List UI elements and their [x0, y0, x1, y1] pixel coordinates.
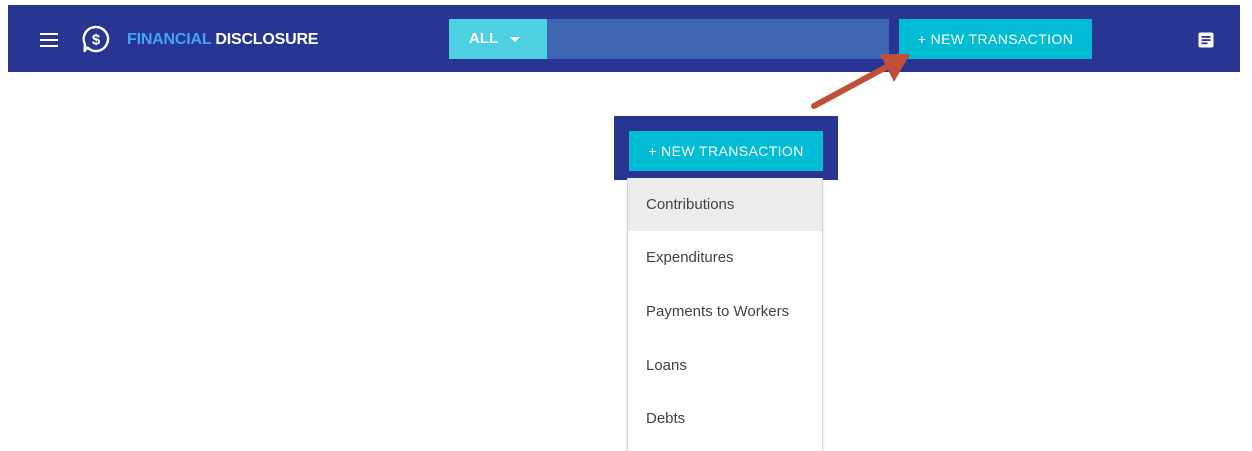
notes-icon[interactable] — [1198, 32, 1214, 48]
app-brand[interactable]: FINANCIAL DISCLOSURE — [127, 30, 318, 50]
top-navbar: $ FINANCIAL DISCLOSURE ALL + NEW TRANSAC… — [8, 5, 1240, 72]
brand-accent-text: FINANCIAL — [127, 31, 212, 48]
menu-item-contributions[interactable]: Contributions — [628, 178, 822, 231]
chevron-down-icon — [510, 37, 520, 42]
new-transaction-menu: Contributions Expenditures Payments to W… — [627, 178, 823, 451]
menu-item-expenditures[interactable]: Expenditures — [628, 231, 822, 284]
filter-value: ALL — [469, 30, 499, 47]
brand-main-text: DISCLOSURE — [211, 31, 319, 48]
menu-item-loans[interactable]: Loans — [628, 339, 822, 392]
svg-text:$: $ — [92, 32, 101, 49]
menu-item-debts[interactable]: Debts — [628, 392, 822, 445]
dollar-logo-icon: $ — [82, 25, 110, 53]
page: $ FINANCIAL DISCLOSURE ALL + NEW TRANSAC… — [0, 0, 1252, 451]
new-transaction-button-open[interactable]: + NEW TRANSACTION — [629, 131, 823, 171]
menu-item-payments-to-workers[interactable]: Payments to Workers — [628, 285, 822, 338]
filter-dropdown[interactable]: ALL — [449, 19, 547, 59]
menu-icon[interactable] — [40, 33, 58, 47]
annotation-arrow-icon — [811, 54, 910, 109]
